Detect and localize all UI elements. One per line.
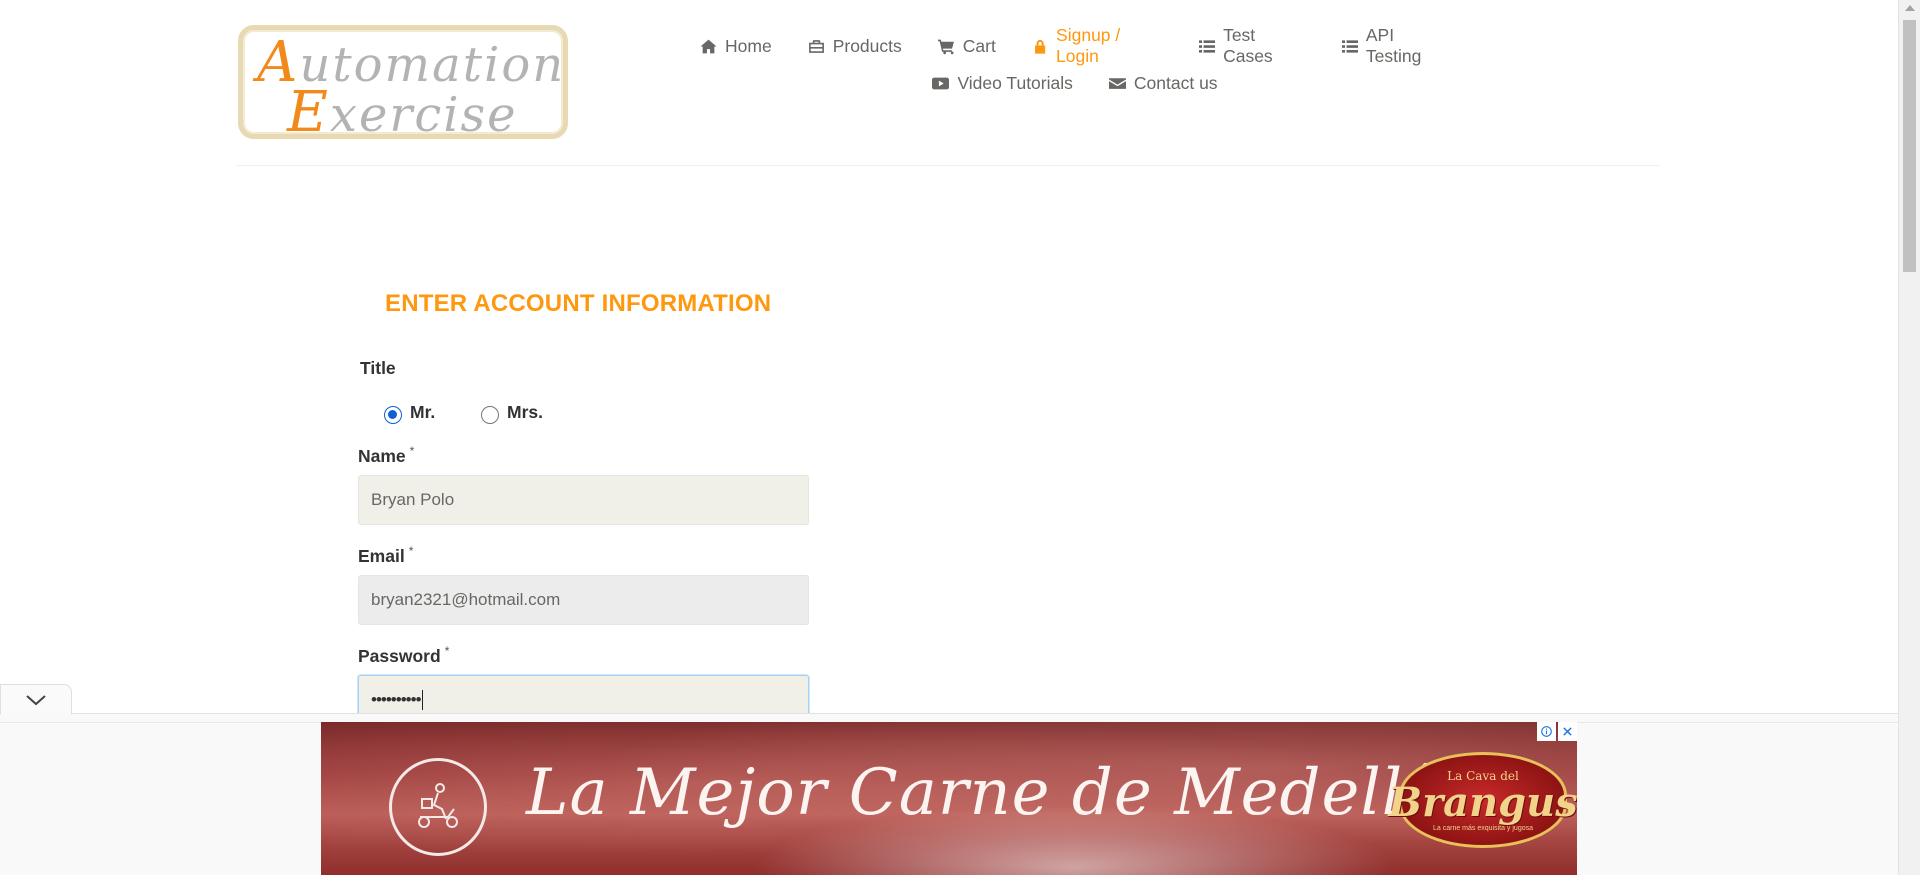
logo-line-2: Exercise [287, 80, 518, 145]
site-logo[interactable]: Automation Exercise [238, 25, 568, 145]
password-label: Password * [358, 644, 450, 666]
nav-contact-us[interactable]: Contact us [1108, 71, 1218, 95]
ad-brand-main: Brangus [1388, 778, 1577, 826]
lock-icon [1034, 39, 1046, 54]
nav-contact-us-label: Contact us [1133, 72, 1218, 93]
ad-brand-logo: La Cava del Brangus La carne más exquisi… [1388, 752, 1577, 848]
name-label: Name * [358, 444, 415, 466]
nav-api-testing-label: API Testing [1365, 25, 1422, 66]
close-icon[interactable] [1558, 722, 1577, 741]
nav-row-2: Video Tutorials Contact us [700, 71, 1450, 95]
nav-cart-label: Cart [962, 35, 996, 56]
ad-controls [1537, 722, 1577, 741]
info-icon[interactable] [1537, 722, 1556, 741]
scroll-thumb[interactable] [1903, 20, 1916, 272]
title-mr-radio[interactable] [384, 406, 402, 424]
nav-signup-login-label: Signup / Login [1056, 25, 1121, 66]
chevron-down-icon [26, 694, 46, 705]
list-icon [1198, 39, 1216, 53]
nav-video-tutorials[interactable]: Video Tutorials [932, 71, 1073, 95]
page-title: ENTER ACCOUNT INFORMATION [385, 290, 772, 317]
scooter-delivery-icon [418, 783, 458, 828]
page-scrollbar[interactable] [1898, 0, 1920, 875]
title-mrs-label: Mrs. [507, 401, 543, 422]
briefcase-icon [808, 39, 824, 53]
ad-headline: La Mejor Carne de Medellín [526, 756, 1467, 830]
nav-video-tutorials-label: Video Tutorials [957, 72, 1073, 93]
nav-products[interactable]: Products [808, 34, 902, 58]
nav-cart[interactable]: Cart [937, 34, 996, 58]
nav-home[interactable]: Home [700, 34, 772, 58]
nav-products-label: Products [832, 35, 902, 56]
nav-signup-login[interactable]: Signup / Login [1032, 25, 1163, 66]
scroll-up-arrow[interactable] [1905, 5, 1915, 11]
nav-test-cases[interactable]: Test Cases [1198, 25, 1306, 66]
main-nav: Home Products Cart Signup / Login Test C… [700, 25, 1450, 95]
email-input-value: bryan2321@hotmail.com [371, 590, 561, 609]
title-mr-radio-option[interactable]: Mr. [384, 400, 435, 424]
title-label: Title [360, 358, 396, 378]
ad-collapse-button[interactable] [0, 684, 72, 714]
envelope-icon [1108, 77, 1126, 89]
list-icon [1341, 39, 1358, 53]
email-input[interactable]: bryan2321@hotmail.com [358, 575, 809, 625]
nav-api-testing[interactable]: API Testing [1341, 25, 1450, 66]
ad-brand-sub: La carne más exquisita y jugosa [1433, 824, 1533, 832]
nav-test-cases-label: Test Cases [1223, 25, 1273, 66]
youtube-icon [932, 77, 950, 89]
header-divider [236, 165, 1660, 166]
email-label: Email * [358, 544, 414, 566]
name-input[interactable]: Bryan Polo [358, 475, 809, 525]
name-input-value: Bryan Polo [371, 490, 455, 509]
ad-delivery-badge [389, 758, 487, 856]
title-mr-label: Mr. [410, 401, 436, 422]
text-caret [421, 690, 423, 710]
nav-home-label: Home [725, 35, 772, 56]
cart-icon [937, 39, 954, 54]
title-mrs-radio-option[interactable]: Mrs. [481, 400, 543, 424]
home-icon [700, 39, 717, 53]
nav-row-1: Home Products Cart Signup / Login Test C… [700, 25, 1450, 66]
ad-banner[interactable]: La Mejor Carne de Medellín La Cava del B… [321, 722, 1577, 875]
password-input-value: •••••••••• [371, 690, 422, 709]
title-mrs-radio[interactable] [481, 406, 499, 424]
